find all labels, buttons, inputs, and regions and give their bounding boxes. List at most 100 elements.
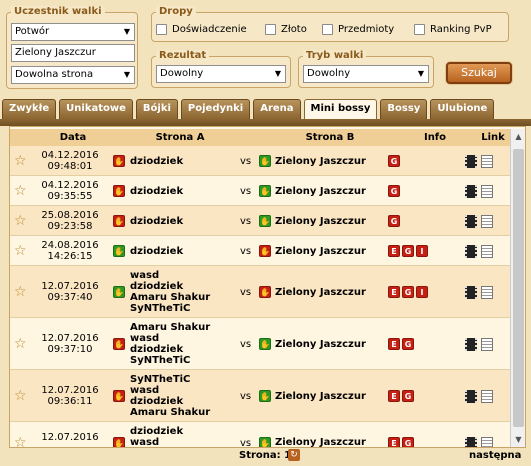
tab-pojedynki[interactable]: Pojedynki <box>180 99 251 119</box>
participant-name[interactable]: Amaru Shakur <box>130 292 210 303</box>
checkbox-box[interactable] <box>414 24 425 35</box>
favorite-star-icon[interactable]: ☆ <box>14 184 28 198</box>
replay-film-icon[interactable] <box>465 390 477 403</box>
tab-zwykłe[interactable]: Zwykłe <box>2 99 57 119</box>
results-scrollbar[interactable]: ▲ ▼ <box>510 129 525 447</box>
info-badge[interactable]: E <box>388 338 400 350</box>
replay-film-icon[interactable] <box>465 215 477 228</box>
battle-log-icon[interactable] <box>481 185 493 198</box>
participant-name[interactable]: dziodziek <box>130 156 183 167</box>
participant-name[interactable]: Amaru Shakur <box>130 322 210 333</box>
refresh-icon[interactable]: ↻ <box>288 449 300 461</box>
loser-hand-icon: ✋ <box>113 436 125 448</box>
battle-log-icon[interactable] <box>481 436 493 447</box>
scroll-up-icon[interactable]: ▲ <box>511 129 525 144</box>
favorite-star-icon[interactable]: ☆ <box>14 436 28 448</box>
participant-side-select[interactable]: Dowolna strona ▼ <box>11 66 135 84</box>
participant-name[interactable]: SyNTheTiC <box>130 374 210 385</box>
battle-log-icon[interactable] <box>481 245 493 258</box>
checkbox-box[interactable] <box>322 24 333 35</box>
drop-checkbox[interactable]: Przedmioty <box>322 24 394 35</box>
participant-name[interactable]: Zielony Jaszczur <box>275 437 366 447</box>
favorite-star-icon[interactable]: ☆ <box>14 214 28 228</box>
tab-bossy[interactable]: Bossy <box>380 99 428 119</box>
info-badge[interactable]: E <box>388 245 400 257</box>
tab-bójki[interactable]: Bójki <box>135 99 178 119</box>
replay-film-icon[interactable] <box>465 338 477 351</box>
info-badge[interactable]: I <box>416 245 428 257</box>
battle-log-icon[interactable] <box>481 155 493 168</box>
favorite-star-icon[interactable]: ☆ <box>14 285 28 299</box>
favorite-star-icon[interactable]: ☆ <box>14 389 28 403</box>
replay-film-icon[interactable] <box>465 286 477 299</box>
participant-name[interactable]: wasd <box>130 270 210 281</box>
participant-name[interactable]: dziodziek <box>130 396 210 407</box>
participant-filter: Uczestnik walki Potwór ▼ Zielony Jaszczu… <box>6 6 138 89</box>
info-badge[interactable]: E <box>388 286 400 298</box>
drop-checkbox[interactable]: Doświadczenie <box>156 24 247 35</box>
result-select[interactable]: Dowolny ▼ <box>156 65 286 83</box>
drop-checkbox[interactable]: Złoto <box>265 24 307 35</box>
participant-name[interactable]: dziodziek <box>130 246 183 257</box>
info-badge[interactable]: I <box>416 286 428 298</box>
participant-name[interactable]: wasd <box>130 385 210 396</box>
participant-name[interactable]: Zielony Jaszczur <box>275 186 366 197</box>
info-badge[interactable]: G <box>402 245 414 257</box>
participant-name-input[interactable]: Zielony Jaszczur <box>11 44 135 62</box>
battle-log-icon[interactable] <box>481 215 493 228</box>
winner-hand-icon: ✋ <box>259 436 271 448</box>
tab-arena[interactable]: Arena <box>253 99 301 119</box>
checkbox-box[interactable] <box>265 24 276 35</box>
info-badge[interactable]: G <box>388 155 400 167</box>
participant-name[interactable]: Zielony Jaszczur <box>275 391 366 402</box>
participant-name[interactable]: wasd <box>130 437 190 447</box>
info-badge[interactable]: G <box>388 185 400 197</box>
replay-film-icon[interactable] <box>465 185 477 198</box>
battle-log-icon[interactable] <box>481 286 493 299</box>
scroll-thumb[interactable] <box>513 149 524 427</box>
participant-name[interactable]: Zielony Jaszczur <box>275 287 366 298</box>
battle-log-icon[interactable] <box>481 338 493 351</box>
participant-name[interactable]: dziodziek <box>130 344 210 355</box>
info-badge[interactable]: G <box>402 286 414 298</box>
mode-select[interactable]: Dowolny ▼ <box>303 65 429 83</box>
replay-film-icon[interactable] <box>465 155 477 168</box>
participant-name[interactable]: dziodziek <box>130 216 183 227</box>
participant-name[interactable]: Zielony Jaszczur <box>275 156 366 167</box>
participant-type-select[interactable]: Potwór ▼ <box>11 23 135 41</box>
drop-checkbox[interactable]: Ranking PvP <box>414 24 492 35</box>
participant-name[interactable]: Zielony Jaszczur <box>275 339 366 350</box>
participant-name[interactable]: dziodziek <box>130 186 183 197</box>
tab-mini-bossy[interactable]: Mini bossy <box>303 99 378 120</box>
replay-film-icon[interactable] <box>465 436 477 447</box>
participant-name[interactable]: dziodziek <box>130 426 190 437</box>
info-badge[interactable]: E <box>388 390 400 402</box>
scroll-down-icon[interactable]: ▼ <box>511 432 525 447</box>
replay-film-icon[interactable] <box>465 245 477 258</box>
favorite-star-icon[interactable]: ☆ <box>14 337 28 351</box>
info-badge[interactable]: E <box>388 436 400 447</box>
participant-name[interactable]: Zielony Jaszczur <box>275 246 366 257</box>
next-page-link[interactable]: następna <box>469 450 521 461</box>
tab-ulubione[interactable]: Ulubione <box>430 99 495 119</box>
participant-name[interactable]: Amaru Shakur <box>130 407 210 418</box>
favorite-star-icon[interactable]: ☆ <box>14 244 28 258</box>
info-badge[interactable]: G <box>402 436 414 447</box>
participant-name[interactable]: SyNTheTiC <box>130 355 210 366</box>
results-panel: Data Strona A Strona B Info Link ☆ 04.12.… <box>9 126 526 448</box>
participant-name[interactable]: SyNTheTiC <box>130 303 210 314</box>
participant-name[interactable]: wasd <box>130 333 210 344</box>
info-badge[interactable]: G <box>402 390 414 402</box>
checkbox-box[interactable] <box>156 24 167 35</box>
search-button[interactable]: Szukaj <box>446 62 512 84</box>
battle-info: G <box>388 155 400 167</box>
participant-name[interactable]: Zielony Jaszczur <box>275 216 366 227</box>
battle-info: EG <box>388 338 414 350</box>
tab-unikatowe[interactable]: Unikatowe <box>59 99 133 119</box>
info-badge[interactable]: G <box>388 215 400 227</box>
participant-name[interactable]: dziodziek <box>130 281 210 292</box>
favorite-star-icon[interactable]: ☆ <box>14 154 28 168</box>
loser-hand-icon: ✋ <box>113 390 125 402</box>
info-badge[interactable]: G <box>402 338 414 350</box>
battle-log-icon[interactable] <box>481 390 493 403</box>
